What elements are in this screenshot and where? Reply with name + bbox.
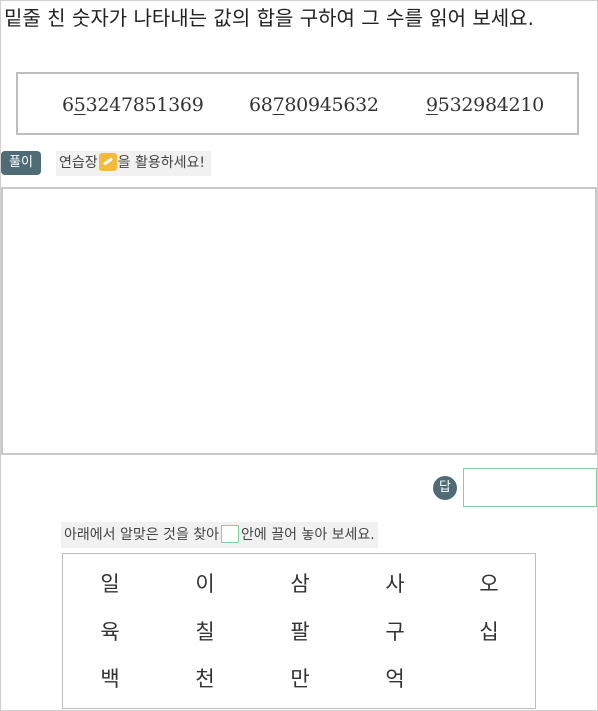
number-1: 653247851369	[62, 94, 204, 116]
answer-badge: 답	[433, 476, 457, 500]
word-card[interactable]: 오	[469, 569, 509, 599]
underlined-digit: 9	[426, 94, 438, 116]
underlined-digit: 7	[272, 94, 285, 116]
drag-instruction: 아래에서 알맞은 것을 찾아 안에 끌어 놓아 보세요.	[61, 522, 378, 548]
question-text: 밑줄 친 숫자가 나타내는 값의 합을 구하여 그 수를 읽어 보세요.	[4, 6, 534, 30]
word-card[interactable]: 칠	[185, 617, 225, 647]
word-card[interactable]: 구	[375, 617, 415, 647]
notepad-icon[interactable]	[98, 153, 117, 171]
word-card[interactable]: 이	[185, 569, 225, 599]
word-card-palette: 일 이 삼 사 오 육 칠 팔 구 십 백 천 만 억	[62, 553, 536, 709]
underlined-digit: 5	[73, 94, 86, 116]
number-3: 9532984210	[426, 94, 544, 116]
number-2: 68780945632	[249, 94, 379, 116]
numbers-box: 653247851369 68780945632 9532984210	[16, 72, 579, 135]
word-card[interactable]: 사	[375, 569, 415, 599]
hint-before: 연습장	[59, 155, 98, 171]
word-card[interactable]: 십	[469, 617, 509, 647]
answer-drop-box[interactable]	[463, 468, 597, 507]
word-card[interactable]: 억	[375, 664, 415, 694]
word-card[interactable]: 일	[90, 569, 130, 599]
solution-work-area[interactable]	[1, 187, 597, 455]
word-card[interactable]: 만	[280, 664, 320, 694]
word-card[interactable]: 천	[185, 664, 225, 694]
hint-after: 을 활용하세요!	[117, 155, 205, 171]
solution-badge: 풀이	[1, 151, 41, 175]
word-card[interactable]: 삼	[280, 569, 320, 599]
drop-box-icon	[221, 525, 240, 543]
word-card[interactable]: 육	[90, 617, 130, 647]
word-card[interactable]: 백	[90, 664, 130, 694]
word-card[interactable]: 팔	[280, 617, 320, 647]
hint-text: 연습장 을 활용하세요!	[56, 151, 211, 176]
